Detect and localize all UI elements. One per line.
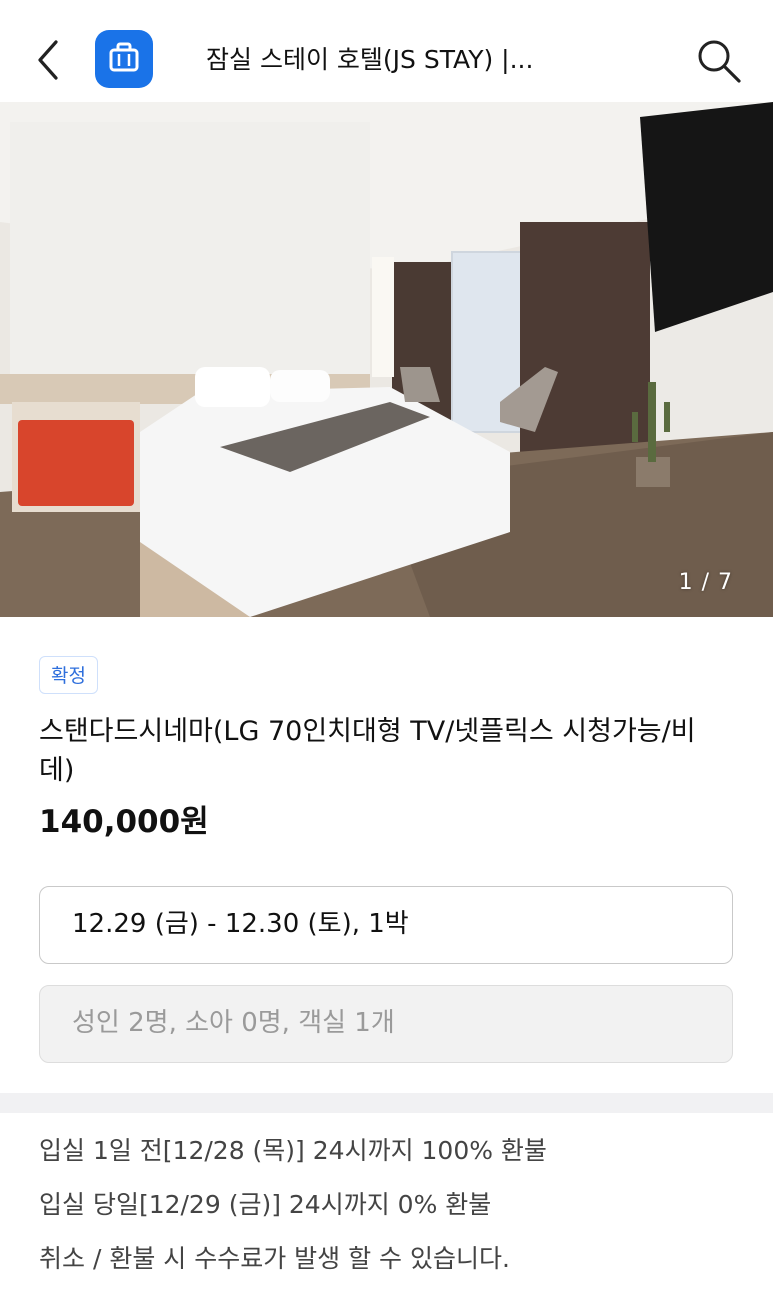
policy-line: 입실 1일 전[12/28 (목)] 24시까지 100% 환불 [39, 1136, 547, 1165]
top-bar: 잠실 스테이 호텔(JS STAY) |... [0, 0, 773, 102]
page-title: 잠실 스테이 호텔(JS STAY) |... [206, 45, 534, 74]
search-icon [698, 40, 741, 83]
room-photo [0, 102, 773, 617]
guest-selector[interactable]: 성인 2명, 소아 0명, 객실 1개 [39, 985, 733, 1063]
room-name: 스탠다드시네마(LG 70인치대형 TV/넷플릭스 시청가능/비데) [39, 716, 696, 786]
date-selector[interactable]: 12.29 (금) - 12.30 (토), 1박 [39, 886, 733, 964]
search-button[interactable] [694, 36, 744, 86]
briefcase-icon [109, 42, 139, 72]
back-button[interactable] [30, 36, 66, 84]
app-logo[interactable] [95, 30, 153, 88]
policy-line: 취소 / 환불 시 수수료가 발생 할 수 있습니다. [39, 1244, 510, 1273]
refund-policy: 입실 1일 전[12/28 (목)] 24시까지 100% 환불 입실 당일[1… [39, 1124, 739, 1286]
chevron-left-icon [38, 40, 58, 80]
room-price: 140,000원 [39, 804, 209, 840]
room-photo-gallery[interactable]: 1 / 7 [0, 102, 773, 617]
section-divider [0, 1093, 773, 1113]
photo-counter: 1 / 7 [678, 570, 733, 595]
status-badge: 확정 [39, 656, 98, 694]
policy-line: 입실 당일[12/29 (금)] 24시까지 0% 환불 [39, 1190, 492, 1219]
